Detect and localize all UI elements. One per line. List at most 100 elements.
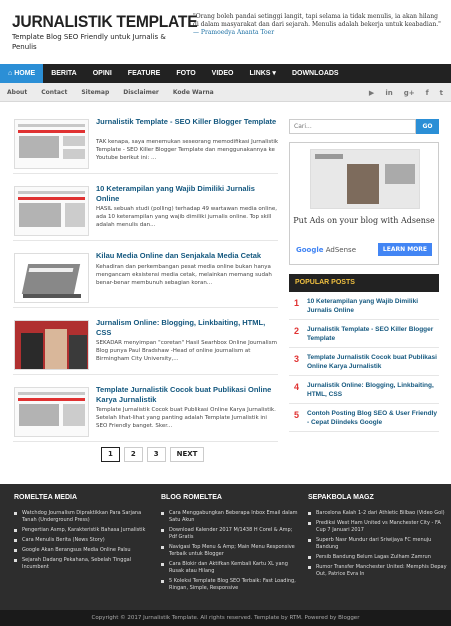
adsense-ad[interactable]: Put Ads on your blog with Adsense Google… [289, 142, 439, 265]
page-1[interactable]: 1 [101, 447, 120, 462]
subnav-kode-warna[interactable]: Kode Warna [166, 83, 221, 102]
footer-link[interactable]: Cara Menulis Berita (News Story) [14, 537, 154, 544]
post-thumbnail[interactable] [14, 253, 89, 303]
post-item: Jurnalism Online: Blogging, Linkbaiting,… [13, 314, 278, 375]
popular-title[interactable]: Contoh Posting Blog SEO & User Friendly … [307, 409, 437, 427]
footer-link[interactable]: Download Kalender 2017 M/1438 H Corel & … [161, 527, 301, 541]
nav-video[interactable]: VIDEO [204, 64, 242, 83]
subnav-disclaimer[interactable]: Disclaimer [116, 83, 166, 102]
post-snippet: HASIL sebuah studi (polling) terhadap 49… [96, 206, 277, 228]
popular-posts-heading: POPULAR POSTS [289, 274, 439, 292]
post-snippet: TAK kenapa, saya menemukan seseorang mem… [96, 139, 279, 161]
search-input[interactable] [289, 119, 416, 134]
popular-title[interactable]: Jurnalistik Online: Blogging, Linkbaitin… [307, 381, 437, 399]
footer-column-heading: SEPAKBOLA MAGZ [308, 494, 374, 501]
post-list: Jurnalistik Template - SEO Killer Blogge… [13, 113, 278, 448]
google-plus-icon[interactable]: g+ [404, 89, 415, 97]
search-box: GO [289, 119, 439, 134]
post-title[interactable]: Jurnalistik Template - SEO Killer Blogge… [96, 117, 279, 127]
popular-rank: 2 [294, 326, 300, 336]
header-quote: "Orang boleh pandai setinggi langit, tap… [193, 13, 441, 37]
popular-rank: 3 [294, 354, 300, 364]
linkedin-icon[interactable]: in [385, 89, 392, 97]
nav-downloads[interactable]: DOWNLOADS [284, 64, 347, 83]
ad-footer: Google AdSense LEARN MORE [296, 243, 432, 256]
footer-link[interactable]: Watchdog Journalism Dipraktikkan Para Sa… [14, 510, 154, 524]
footer-link[interactable]: Sejarah Dadang Pekahana, Sebelah Tinggal… [14, 557, 154, 571]
subnav-sitemap[interactable]: Sitemap [74, 83, 116, 102]
ad-image [310, 149, 420, 209]
popular-rank: 1 [294, 298, 300, 308]
popular-title[interactable]: 10 Keterampilan yang Wajib Dimiliki Jurn… [307, 297, 437, 315]
footer-column-heading: ROMELTEA MEDIA [14, 494, 77, 501]
quote-text: "Orang boleh pandai setinggi langit, tap… [193, 13, 441, 28]
footer-link[interactable]: Prediksi West Ham United vs Manchester C… [308, 520, 448, 534]
post-thumbnail[interactable] [14, 119, 89, 169]
footer-link[interactable]: Persib Bandung Belum Lagas Zulham Zamrun [308, 554, 448, 561]
post-title[interactable]: Template Jurnalistik Cocok buat Publikas… [96, 385, 279, 405]
popular-rank: 4 [294, 382, 300, 392]
footer-link[interactable]: Superb Nasr Mundur dari Sriwijaya FC men… [308, 537, 448, 551]
footer-link[interactable]: 5 Koleksi Template Blog SEO Terbaik: Fas… [161, 578, 301, 592]
nav-berita[interactable]: BERITA [43, 64, 85, 83]
popular-item: 2 Jurnalistik Template - SEO Killer Blog… [289, 320, 439, 348]
site-logo[interactable]: JURNALISTIK TEMPLATE [12, 12, 198, 32]
footer-link[interactable]: Google Akan Berangsus Media Online Palsu [14, 547, 154, 554]
main-nav: ⌂ HOME BERITA OPINI FEATURE FOTO VIDEO L… [0, 64, 451, 83]
popular-item: 3 Template Jurnalistik Cocok buat Publik… [289, 348, 439, 376]
post-item: Kilau Media Online dan Senjakala Media C… [13, 247, 278, 308]
popular-rank: 5 [294, 410, 300, 420]
search-button[interactable]: GO [416, 119, 439, 134]
footer-link[interactable]: Navigasi Top Menu & Amp; Main Menu Respo… [161, 544, 301, 558]
post-thumbnail[interactable] [14, 186, 89, 236]
twitter-icon[interactable]: t [440, 89, 443, 97]
post-item: 10 Keterampilan yang Wajib Dimiliki Jurn… [13, 180, 278, 241]
footer-link[interactable]: Rumor Transfer Manchester United: Memphi… [308, 564, 448, 578]
post-item: Template Jurnalistik Cocok buat Publikas… [13, 381, 278, 442]
nav-links[interactable]: LINKS ▾ [241, 64, 283, 83]
page-3[interactable]: 3 [146, 447, 166, 462]
popular-posts: POPULAR POSTS 1 10 Keterampilan yang Waj… [289, 274, 439, 432]
footer-column-blog-romeltea: BLOG ROMELTEA Cara Menggabungkan Beberap… [161, 494, 301, 595]
subnav-about[interactable]: About [0, 83, 34, 102]
next-page-button[interactable]: NEXT [169, 447, 205, 462]
learn-more-button[interactable]: LEARN MORE [377, 243, 432, 256]
popular-item: 5 Contoh Posting Blog SEO & User Friendl… [289, 404, 439, 432]
header: JURNALISTIK TEMPLATE Template Blog SEO F… [0, 0, 451, 64]
nav-feature[interactable]: FEATURE [120, 64, 169, 83]
post-title[interactable]: Jurnalism Online: Blogging, Linkbaiting,… [96, 318, 279, 338]
popular-title[interactable]: Jurnalistik Template - SEO Killer Blogge… [307, 325, 437, 343]
post-snippet: Kehadiran dan perkembangan pesat media o… [96, 264, 272, 286]
footer-column-heading: BLOG ROMELTEA [161, 494, 222, 501]
subnav-contact[interactable]: Contact [34, 83, 74, 102]
content-area: Jurnalistik Template - SEO Killer Blogge… [0, 102, 451, 484]
footer: ROMELTEA MEDIA Watchdog Journalism Dipra… [0, 484, 451, 610]
site-tagline: Template Blog SEO Friendly untuk Jurnali… [12, 33, 166, 51]
quote-author: — Pramoedya Ananta Toer [193, 29, 275, 36]
post-item: Jurnalistik Template - SEO Killer Blogge… [13, 113, 278, 174]
footer-link[interactable]: Barcelona Kalah 1-2 dari Athletic Bilbao… [308, 510, 448, 517]
nav-foto[interactable]: FOTO [168, 64, 203, 83]
ad-text: Put Ads on your blog with Adsense [293, 216, 435, 225]
post-thumbnail[interactable] [14, 387, 89, 437]
post-snippet: SEKADAR menyimpan "coretan" Hasil Searhb… [96, 340, 277, 362]
footer-column-romeltea-media: ROMELTEA MEDIA Watchdog Journalism Dipra… [14, 494, 154, 574]
facebook-icon[interactable]: f [426, 89, 429, 97]
adsense-logo: Google AdSense [296, 245, 357, 254]
page-2[interactable]: 2 [123, 447, 143, 462]
footer-link[interactable]: Cara Blokir dan Aktifkan Kembali Kartu X… [161, 561, 301, 575]
popular-item: 1 10 Keterampilan yang Wajib Dimiliki Ju… [289, 292, 439, 320]
popular-title[interactable]: Template Jurnalistik Cocok buat Publikas… [307, 353, 437, 371]
footer-link[interactable]: Cara Menggabungkan Beberapa Inbox Email … [161, 510, 301, 524]
nav-home[interactable]: ⌂ HOME [0, 64, 44, 83]
footer-column-sepakbola-magz: SEPAKBOLA MAGZ Barcelona Kalah 1-2 dari … [308, 494, 448, 581]
footer-link[interactable]: Pengertian Asmp, Karakteristik Bahasa Ju… [14, 527, 154, 534]
post-snippet: Template Jurnalistik Cocok buat Publikas… [96, 407, 276, 429]
youtube-icon[interactable]: ▶ [369, 89, 374, 97]
post-title[interactable]: Kilau Media Online dan Senjakala Media C… [96, 251, 279, 261]
pagination: 1 2 3 NEXT [101, 447, 205, 462]
post-title[interactable]: 10 Keterampilan yang Wajib Dimiliki Jurn… [96, 184, 279, 204]
social-links: ▶ in g+ f t [369, 83, 443, 102]
post-thumbnail[interactable] [14, 320, 89, 370]
nav-opini[interactable]: OPINI [85, 64, 120, 83]
